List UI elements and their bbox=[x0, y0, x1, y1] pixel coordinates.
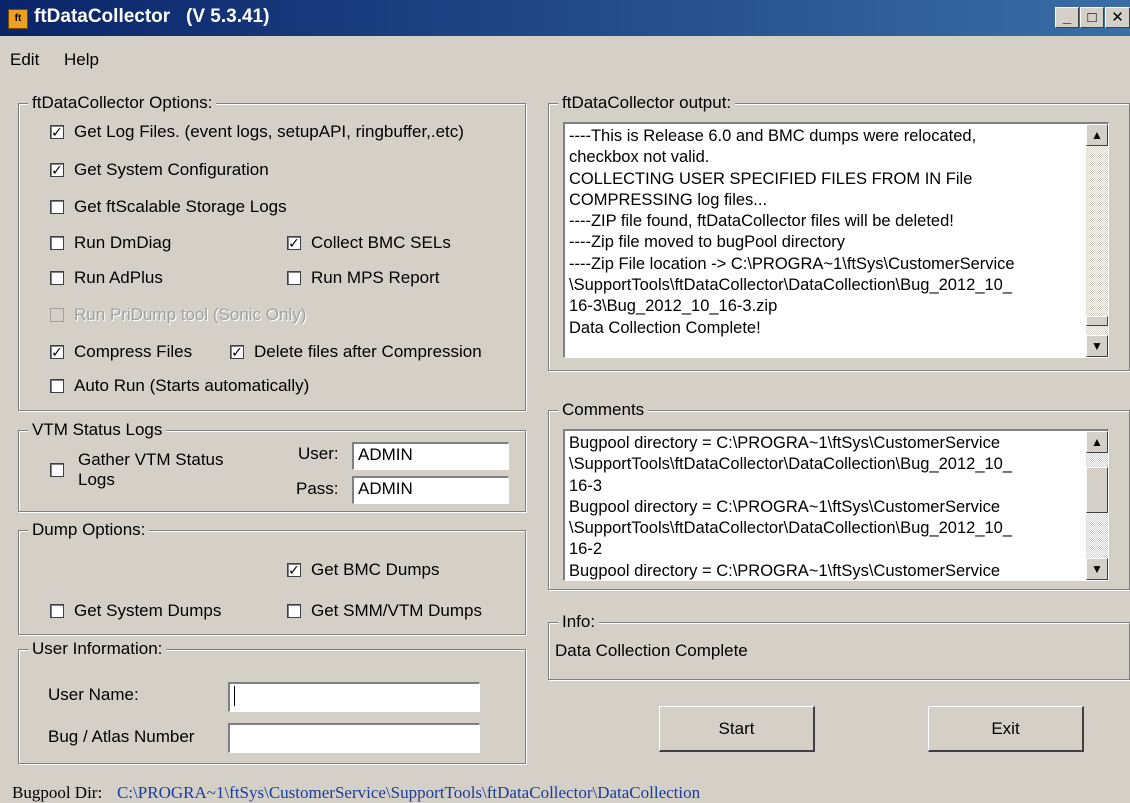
maximize-button[interactable]: □ bbox=[1080, 7, 1104, 28]
run-dmdiag-checkbox[interactable]: Run DmDiag bbox=[50, 233, 171, 253]
close-button[interactable]: ✕ bbox=[1105, 7, 1130, 28]
check-icon bbox=[50, 308, 64, 322]
check-icon: ✓ bbox=[50, 124, 64, 140]
title-bar[interactable]: ft ftDataCollector (V 5.3.41) _ □ ✕ bbox=[0, 0, 1130, 36]
scroll-thumb[interactable] bbox=[1086, 467, 1108, 513]
log-line: ----Zip File location -> C:\PROGRA~1\ftS… bbox=[569, 254, 1015, 273]
check-icon bbox=[50, 236, 64, 250]
check-icon bbox=[50, 200, 64, 214]
output-text-area[interactable]: ----This is Release 6.0 and BMC dumps we… bbox=[563, 122, 1109, 358]
check-icon bbox=[287, 604, 301, 618]
bugpool-dir-path: C:\PROGRA~1\ftSys\CustomerService\Suppor… bbox=[117, 783, 701, 802]
output-legend: ftDataCollector output: bbox=[558, 93, 736, 113]
run-mps-report-checkbox[interactable]: Run MPS Report bbox=[287, 268, 440, 288]
bug-number-input[interactable] bbox=[228, 723, 480, 753]
vtm-legend: VTM Status Logs bbox=[28, 420, 167, 440]
log-line: checkbox not valid. bbox=[569, 148, 710, 167]
get-storage-logs-checkbox[interactable]: Get ftScalable Storage Logs bbox=[50, 197, 287, 217]
check-icon: ✓ bbox=[230, 344, 244, 360]
delete-after-compression-checkbox[interactable]: ✓ Delete files after Compression bbox=[230, 342, 482, 362]
options-legend: ftDataCollector Options: bbox=[28, 93, 217, 113]
check-icon: ✓ bbox=[287, 562, 301, 578]
menu-edit[interactable]: Edit bbox=[10, 50, 39, 70]
log-line: \SupportTools\ftDataCollector\DataCollec… bbox=[569, 455, 1013, 474]
info-status-text: Data Collection Complete bbox=[555, 641, 748, 660]
check-icon bbox=[50, 604, 64, 618]
info-legend: Info: bbox=[558, 612, 600, 632]
log-line: ----ZIP file found, ftDataCollector file… bbox=[569, 212, 954, 231]
dump-legend: Dump Options: bbox=[28, 520, 150, 540]
output-log-text: ----This is Release 6.0 and BMC dumps we… bbox=[569, 126, 1079, 339]
get-smm-vtm-dumps-checkbox[interactable]: Get SMM/VTM Dumps bbox=[287, 601, 482, 621]
menu-help[interactable]: Help bbox=[64, 50, 99, 70]
exit-button[interactable]: Exit bbox=[928, 706, 1084, 752]
get-log-files-checkbox[interactable]: ✓ Get Log Files. (event logs, setupAPI, … bbox=[50, 122, 464, 142]
comments-legend: Comments bbox=[558, 400, 649, 420]
comments-text-area[interactable]: Bugpool directory = C:\PROGRA~1\ftSys\Cu… bbox=[563, 429, 1109, 581]
log-line: 16-3\Bug_2012_10_16-3.zip bbox=[569, 297, 778, 316]
collect-bmc-sels-checkbox[interactable]: ✓ Collect BMC SELs bbox=[287, 233, 451, 253]
log-line: COLLECTING USER SPECIFIED FILES FROM IN … bbox=[569, 169, 973, 188]
log-line: 16-3 bbox=[569, 476, 603, 495]
get-system-dumps-checkbox[interactable]: Get System Dumps bbox=[50, 601, 221, 621]
check-icon bbox=[50, 271, 64, 285]
log-line: \SupportTools\ftDataCollector\DataCollec… bbox=[569, 276, 1013, 295]
log-line: Bugpool directory = C:\PROGRA~1\ftSys\Cu… bbox=[569, 561, 1000, 580]
user-name-label: User Name: bbox=[48, 685, 139, 704]
text-caret bbox=[234, 685, 235, 706]
get-bmc-dumps-checkbox[interactable]: ✓ Get BMC Dumps bbox=[287, 560, 439, 580]
output-scrollbar[interactable]: ▲ ▼ bbox=[1086, 124, 1108, 357]
minimize-button[interactable]: _ bbox=[1055, 7, 1079, 28]
window-title: ftDataCollector (V 5.3.41) bbox=[34, 6, 270, 27]
bugpool-dir-label: Bugpool Dir: bbox=[12, 783, 103, 802]
check-icon bbox=[50, 463, 64, 477]
options-group bbox=[18, 103, 526, 411]
scroll-down-icon[interactable]: ▼ bbox=[1086, 335, 1108, 357]
user-info-legend: User Information: bbox=[28, 639, 167, 659]
vtm-pass-label: Pass: bbox=[296, 479, 339, 498]
vtm-user-label: User: bbox=[298, 444, 339, 463]
run-pridump-checkbox: Run PriDump tool (Sonic Only) bbox=[50, 305, 306, 325]
log-line: ----This is Release 6.0 and BMC dumps we… bbox=[569, 127, 977, 145]
comments-scrollbar[interactable]: ▲ ▼ bbox=[1086, 431, 1108, 580]
log-line: \SupportTools\ftDataCollector\DataCollec… bbox=[569, 519, 1013, 538]
compress-files-checkbox[interactable]: ✓ Compress Files bbox=[50, 342, 192, 362]
scroll-up-icon[interactable]: ▲ bbox=[1086, 124, 1108, 146]
log-line: ----Zip file moved to bugPool directory bbox=[569, 233, 846, 252]
log-line: Bugpool directory = C:\PROGRA~1\ftSys\Cu… bbox=[569, 434, 1000, 452]
log-line: COMPRESSING log files... bbox=[569, 190, 768, 209]
run-adplus-checkbox[interactable]: Run AdPlus bbox=[50, 268, 163, 288]
scroll-up-icon[interactable]: ▲ bbox=[1086, 431, 1108, 453]
check-icon bbox=[50, 379, 64, 393]
check-icon: ✓ bbox=[50, 162, 64, 178]
log-line: Data Collection Complete! bbox=[569, 318, 761, 337]
check-icon: ✓ bbox=[50, 344, 64, 360]
user-name-input[interactable] bbox=[228, 682, 480, 712]
log-line: 16-2 bbox=[569, 540, 603, 559]
scroll-down-icon[interactable]: ▼ bbox=[1086, 558, 1108, 580]
app-icon: ft bbox=[8, 9, 28, 29]
check-icon: ✓ bbox=[287, 235, 301, 251]
auto-run-checkbox[interactable]: Auto Run (Starts automatically) bbox=[50, 376, 309, 396]
log-line: Bugpool directory = C:\PROGRA~1\ftSys\Cu… bbox=[569, 497, 1000, 516]
get-system-config-checkbox[interactable]: ✓ Get System Configuration bbox=[50, 160, 269, 180]
check-icon bbox=[287, 271, 301, 285]
start-button[interactable]: Start bbox=[659, 706, 815, 752]
scroll-thumb[interactable] bbox=[1086, 316, 1108, 326]
comments-log-text: Bugpool directory = C:\PROGRA~1\ftSys\Cu… bbox=[569, 433, 1079, 580]
gather-vtm-label: Gather VTM Status Logs bbox=[78, 450, 224, 489]
bug-number-label: Bug / Atlas Number bbox=[48, 727, 195, 746]
vtm-pass-input[interactable]: ADMIN bbox=[352, 476, 509, 504]
vtm-user-input[interactable]: ADMIN bbox=[352, 442, 509, 470]
